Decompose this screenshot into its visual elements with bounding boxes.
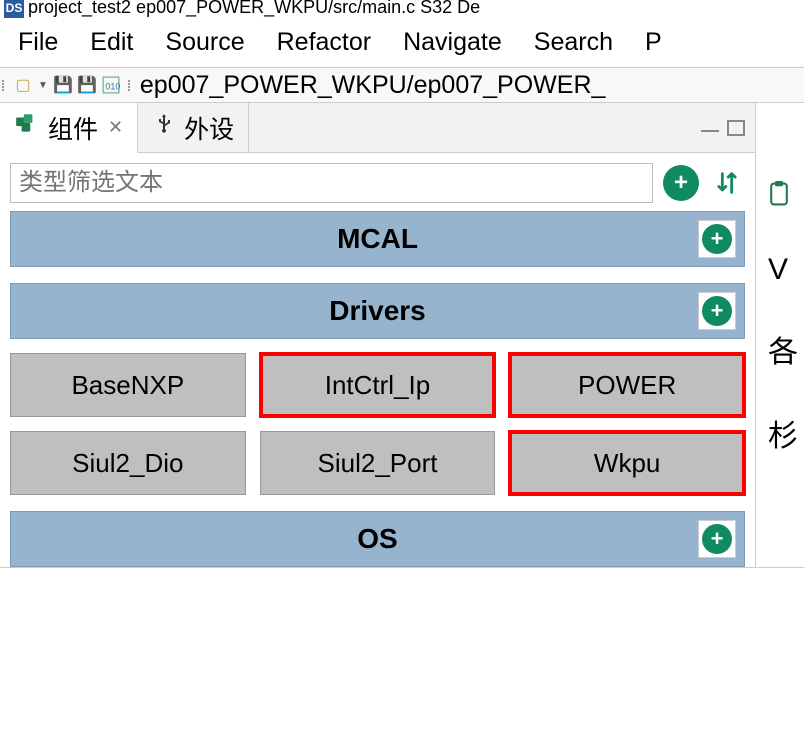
binary-file-icon[interactable]: 010	[102, 76, 120, 94]
plus-icon: +	[711, 298, 724, 324]
driver-item[interactable]: Siul2_Dio	[10, 431, 246, 495]
maximize-view-icon[interactable]	[727, 120, 745, 136]
app-icon: DS	[4, 0, 24, 18]
menu-source[interactable]: Source	[165, 28, 244, 57]
dropdown-arrow-icon[interactable]: ▼	[38, 80, 48, 91]
clipboard-icon[interactable]	[768, 181, 804, 213]
cutoff-text: V	[768, 253, 804, 287]
driver-item-label: Wkpu	[594, 448, 660, 479]
menu-refactor[interactable]: Refactor	[277, 28, 371, 57]
sort-button[interactable]	[709, 165, 745, 201]
section-header-os[interactable]: OS +	[10, 511, 745, 567]
driver-item-label: Siul2_Dio	[72, 448, 183, 479]
section-header-drivers[interactable]: Drivers +	[10, 283, 745, 339]
cutoff-text: 各	[768, 327, 804, 371]
driver-item-label: Siul2_Port	[318, 448, 438, 479]
menu-search[interactable]: Search	[534, 28, 613, 57]
menu-navigate[interactable]: Navigate	[403, 28, 502, 57]
add-mcal-button[interactable]: +	[698, 220, 736, 258]
driver-item-label: BaseNXP	[71, 370, 184, 401]
cutoff-text: 杉	[768, 411, 804, 455]
new-file-icon[interactable]: ▢	[14, 76, 32, 94]
section-title: MCAL	[337, 223, 418, 255]
section-header-mcal[interactable]: MCAL +	[10, 211, 745, 267]
window-title-cutoff: DS project_test2 ep007_POWER_WKPU/src/ma…	[0, 0, 804, 18]
save-all-icon[interactable]: 💾	[78, 76, 96, 94]
save-icon[interactable]: 💾	[54, 76, 72, 94]
menu-bar: File Edit Source Refactor Navigate Searc…	[0, 18, 804, 67]
window-title-text: project_test2 ep007_POWER_WKPU/src/main.…	[28, 0, 480, 18]
driver-item-label: IntCtrl_Ip	[325, 370, 431, 401]
driver-item[interactable]: IntCtrl_Ip	[260, 353, 496, 417]
tab-components[interactable]: 组件 ✕	[0, 103, 138, 153]
menu-edit[interactable]: Edit	[90, 28, 133, 57]
plus-icon: +	[711, 526, 724, 552]
toolbar: ▢ ▼ 💾 💾 010 ep007_POWER_WKPU/ep007_POWER…	[0, 67, 804, 103]
add-os-button[interactable]: +	[698, 520, 736, 558]
menu-file[interactable]: File	[18, 28, 58, 57]
minimize-view-icon[interactable]	[701, 124, 719, 132]
add-driver-button[interactable]: +	[698, 292, 736, 330]
plus-icon: +	[711, 226, 724, 252]
menu-project-cutoff[interactable]: P	[645, 28, 662, 57]
sort-arrows-icon	[713, 169, 741, 197]
type-filter-input[interactable]	[10, 163, 653, 203]
usb-icon	[152, 112, 176, 143]
section-title: Drivers	[329, 295, 426, 327]
add-component-button[interactable]: +	[663, 165, 699, 201]
close-icon[interactable]: ✕	[108, 117, 123, 138]
tab-components-label: 组件	[48, 110, 98, 146]
driver-item-label: POWER	[578, 370, 676, 401]
driver-item[interactable]: POWER	[509, 353, 745, 417]
tab-peripherals-label: 外设	[184, 110, 234, 146]
drivers-grid: BaseNXP IntCtrl_Ip POWER Siul2_Dio Siul2_Por…	[10, 353, 745, 495]
components-icon	[14, 111, 40, 144]
svg-text:010: 010	[105, 82, 120, 92]
view-tabs: 组件 ✕ 外设	[0, 103, 755, 153]
config-path-field[interactable]: ep007_POWER_WKPU/ep007_POWER_	[134, 71, 804, 100]
tab-peripherals[interactable]: 外设	[138, 103, 249, 153]
right-pane-cutoff: V 各 杉	[755, 103, 804, 567]
driver-item[interactable]: Wkpu	[509, 431, 745, 495]
plus-icon: +	[674, 169, 688, 197]
section-title: OS	[357, 523, 397, 555]
driver-item[interactable]: Siul2_Port	[260, 431, 496, 495]
driver-item[interactable]: BaseNXP	[10, 353, 246, 417]
